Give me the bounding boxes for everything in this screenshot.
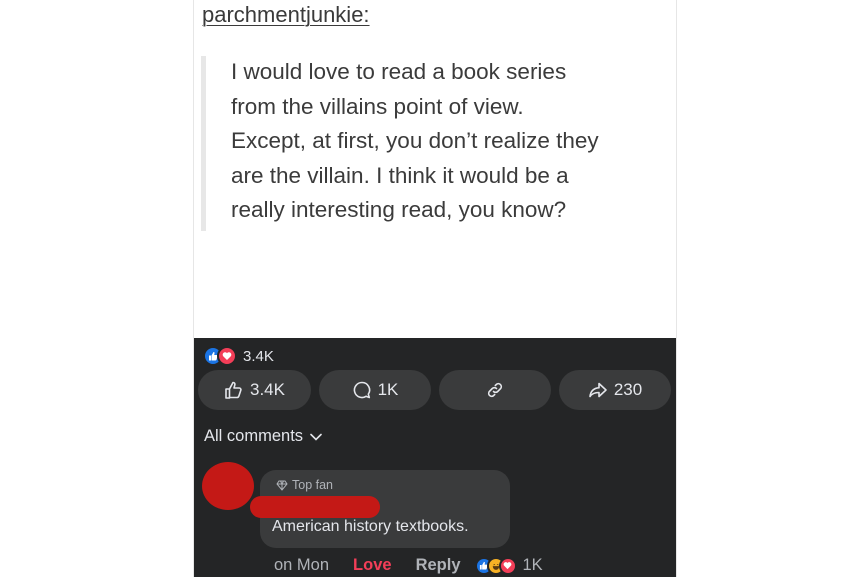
commenter-avatar-redacted[interactable] xyxy=(202,462,254,510)
quote-line: Except, at first, you don’t realize they xyxy=(231,128,599,153)
share-button[interactable]: 230 xyxy=(559,370,671,410)
love-icon xyxy=(217,346,237,366)
comment-button[interactable]: 1K xyxy=(319,370,431,410)
share-count: 230 xyxy=(613,380,643,399)
commenter-name-redacted xyxy=(250,496,380,518)
thumbs-up-icon xyxy=(225,381,242,399)
top-fan-badge: Top fan xyxy=(276,478,333,492)
like-count: 3.4K xyxy=(250,380,285,399)
share-arrow-icon xyxy=(589,382,607,398)
screenshot-frame: parchmentjunkie: I would love to read a … xyxy=(193,0,677,577)
diamond-icon xyxy=(276,480,288,491)
quote-line: really interesting read, you know? xyxy=(231,197,567,222)
reaction-count: 3.4K xyxy=(243,347,274,365)
comment-bubble-icon xyxy=(353,381,370,399)
comment-count: 1K xyxy=(377,380,399,399)
comment-reply-button[interactable]: Reply xyxy=(416,556,461,575)
comment-bubble: Top fan American history textbooks. xyxy=(250,470,510,548)
reaction-summary[interactable]: 3.4K xyxy=(203,346,274,366)
top-fan-label: Top fan xyxy=(292,478,334,492)
tumblr-post: parchmentjunkie: I would love to read a … xyxy=(194,0,676,338)
comment-reaction-count: 1K xyxy=(522,556,543,574)
quote-bar xyxy=(201,56,206,231)
facebook-footer: 3.4K 3.4K 1K 230 All comments Top fan Am… xyxy=(194,338,676,577)
quote-line: I would love to read a book series xyxy=(231,59,567,84)
love-icon xyxy=(498,556,517,575)
comments-filter-label: All comments xyxy=(204,427,304,445)
quote-line: from the villains point of view. xyxy=(231,93,524,119)
post-quote: I would love to read a book series from … xyxy=(231,55,671,228)
chevron-down-icon xyxy=(310,433,322,441)
quote-line: are the villain. I think it would be a xyxy=(231,162,569,188)
comment-love-button[interactable]: Love xyxy=(353,556,392,575)
comment-meta: on Mon Love Reply 1K xyxy=(274,556,543,575)
post-username[interactable]: parchmentjunkie: xyxy=(202,2,370,28)
link-icon xyxy=(487,382,503,398)
comment-text: American history textbooks. xyxy=(272,518,469,535)
copy-link-button[interactable] xyxy=(439,370,551,410)
comment-reactions[interactable]: 1K xyxy=(474,556,543,575)
like-button[interactable]: 3.4K xyxy=(198,370,311,410)
comment-time[interactable]: on Mon xyxy=(274,556,329,575)
comments-filter-dropdown[interactable]: All comments xyxy=(204,427,322,446)
